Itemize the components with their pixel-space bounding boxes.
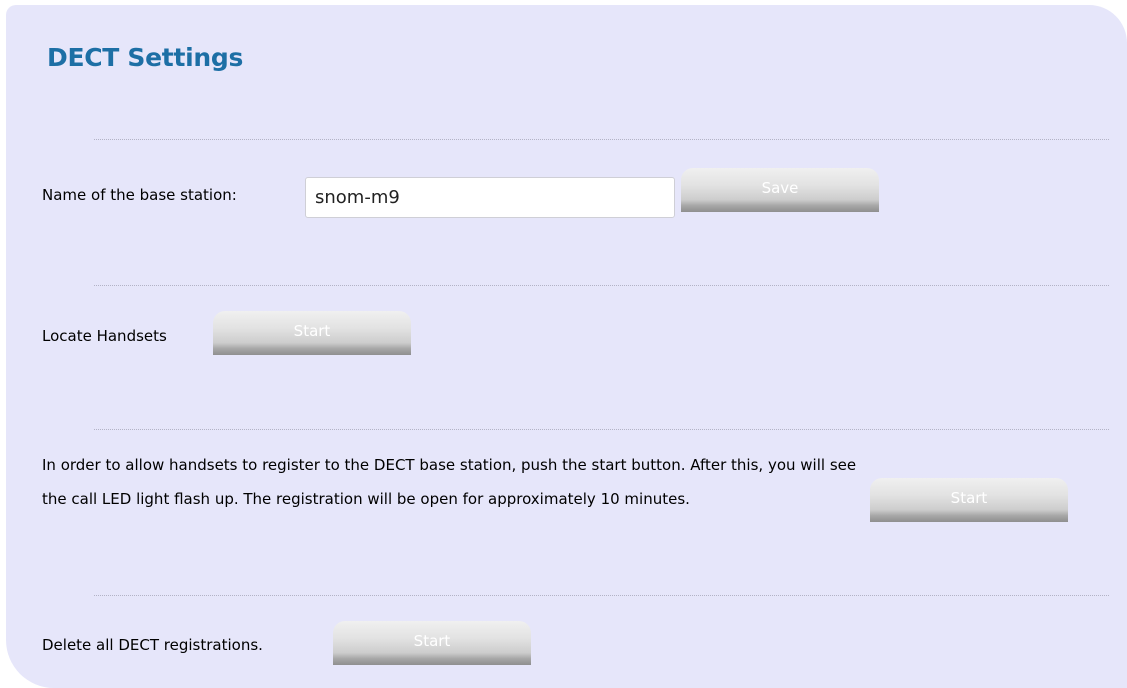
locate-handsets-start-button[interactable]: Start [213, 311, 411, 355]
section-divider [94, 139, 1109, 140]
page-title: DECT Settings [47, 43, 244, 72]
delete-registrations-start-button[interactable]: Start [333, 621, 531, 665]
delete-registrations-start-label: Start [413, 632, 451, 650]
save-button-label: Save [761, 179, 799, 197]
registration-start-button[interactable]: Start [870, 478, 1068, 522]
registration-instructions-line1: In order to allow handsets to register t… [42, 456, 857, 474]
locate-handsets-start-label: Start [293, 322, 331, 340]
registration-start-label: Start [950, 489, 988, 507]
base-station-name-input[interactable] [305, 177, 675, 218]
locate-handsets-label: Locate Handsets [42, 327, 167, 345]
section-divider [94, 429, 1109, 430]
base-station-name-label: Name of the base station: [42, 186, 237, 204]
registration-instructions-line2: the call LED light flash up. The registr… [42, 490, 690, 508]
section-divider [94, 595, 1109, 596]
delete-registrations-label: Delete all DECT registrations. [42, 636, 263, 654]
section-divider [94, 285, 1109, 286]
save-button[interactable]: Save [681, 168, 879, 212]
settings-panel: DECT Settings Name of the base station: … [6, 5, 1127, 688]
